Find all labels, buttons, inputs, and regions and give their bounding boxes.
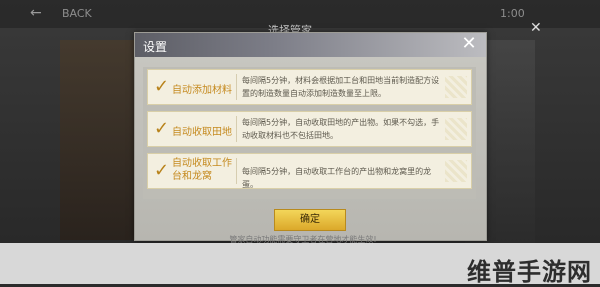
character-art-left [60, 40, 140, 240]
setting-description: 每间隔5分钟，材料会根据加工台和田地当前制造配方设置的制造数量自动添加制造数量至… [242, 76, 440, 98]
settings-dialog: 设置 ✕ ✓ 自动添加材料 每间隔5分钟，材料会根据加工台和田地当前制造配方设置… [134, 32, 487, 241]
close-behind-icon[interactable]: ✕ [530, 20, 542, 36]
top-left-text: BACK [62, 7, 92, 20]
setting-label: 自动添加材料 [172, 85, 232, 96]
settings-list: ✓ 自动添加材料 每间隔5分钟，材料会根据加工台和田地当前制造配方设置的制造数量… [143, 67, 476, 199]
dialog-title: 设置 [143, 40, 168, 54]
setting-row-auto-add-materials[interactable]: ✓ 自动添加材料 每间隔5分钟，材料会根据加工台和田地当前制造配方设置的制造数量… [147, 69, 472, 105]
close-icon[interactable]: ✕ [460, 35, 478, 53]
watermark-logo: 维普手游网 [467, 258, 592, 286]
checkbox-checked-icon[interactable]: ✓ [154, 120, 172, 138]
back-icon[interactable]: ← [30, 5, 42, 21]
setting-description: 每间隔5分钟，自动收取田地的产出物。如果不勾选，手动收取材料也不包括田地。 [242, 118, 440, 140]
setting-row-auto-harvest-workbench[interactable]: ✓ 自动收取工作台和龙窝 每间隔5分钟，自动收取工作台的产出物和龙窝里的龙蛋。 [147, 153, 472, 189]
setting-description: 每间隔5分钟，自动收取工作台的产出物和龙窝里的龙蛋。 [242, 167, 432, 189]
checkbox-checked-icon[interactable]: ✓ [154, 162, 172, 180]
divider [236, 74, 237, 100]
confirm-button[interactable]: 确定 [274, 209, 346, 231]
setting-label: 自动收取工作台和龙窝 [172, 158, 232, 182]
dialog-header: 设置 ✕ [135, 33, 486, 57]
checkbox-checked-icon[interactable]: ✓ [154, 78, 172, 96]
divider [236, 158, 237, 184]
divider [236, 116, 237, 142]
setting-label: 自动收取田地 [172, 127, 232, 138]
top-right-text: 1:00 [500, 7, 525, 20]
footer-tip: 管家自动功能需要守卫者在营地才能生效! [229, 235, 377, 244]
setting-row-auto-harvest-fields[interactable]: ✓ 自动收取田地 每间隔5分钟，自动收取田地的产出物。如果不勾选，手动收取材料也… [147, 111, 472, 147]
